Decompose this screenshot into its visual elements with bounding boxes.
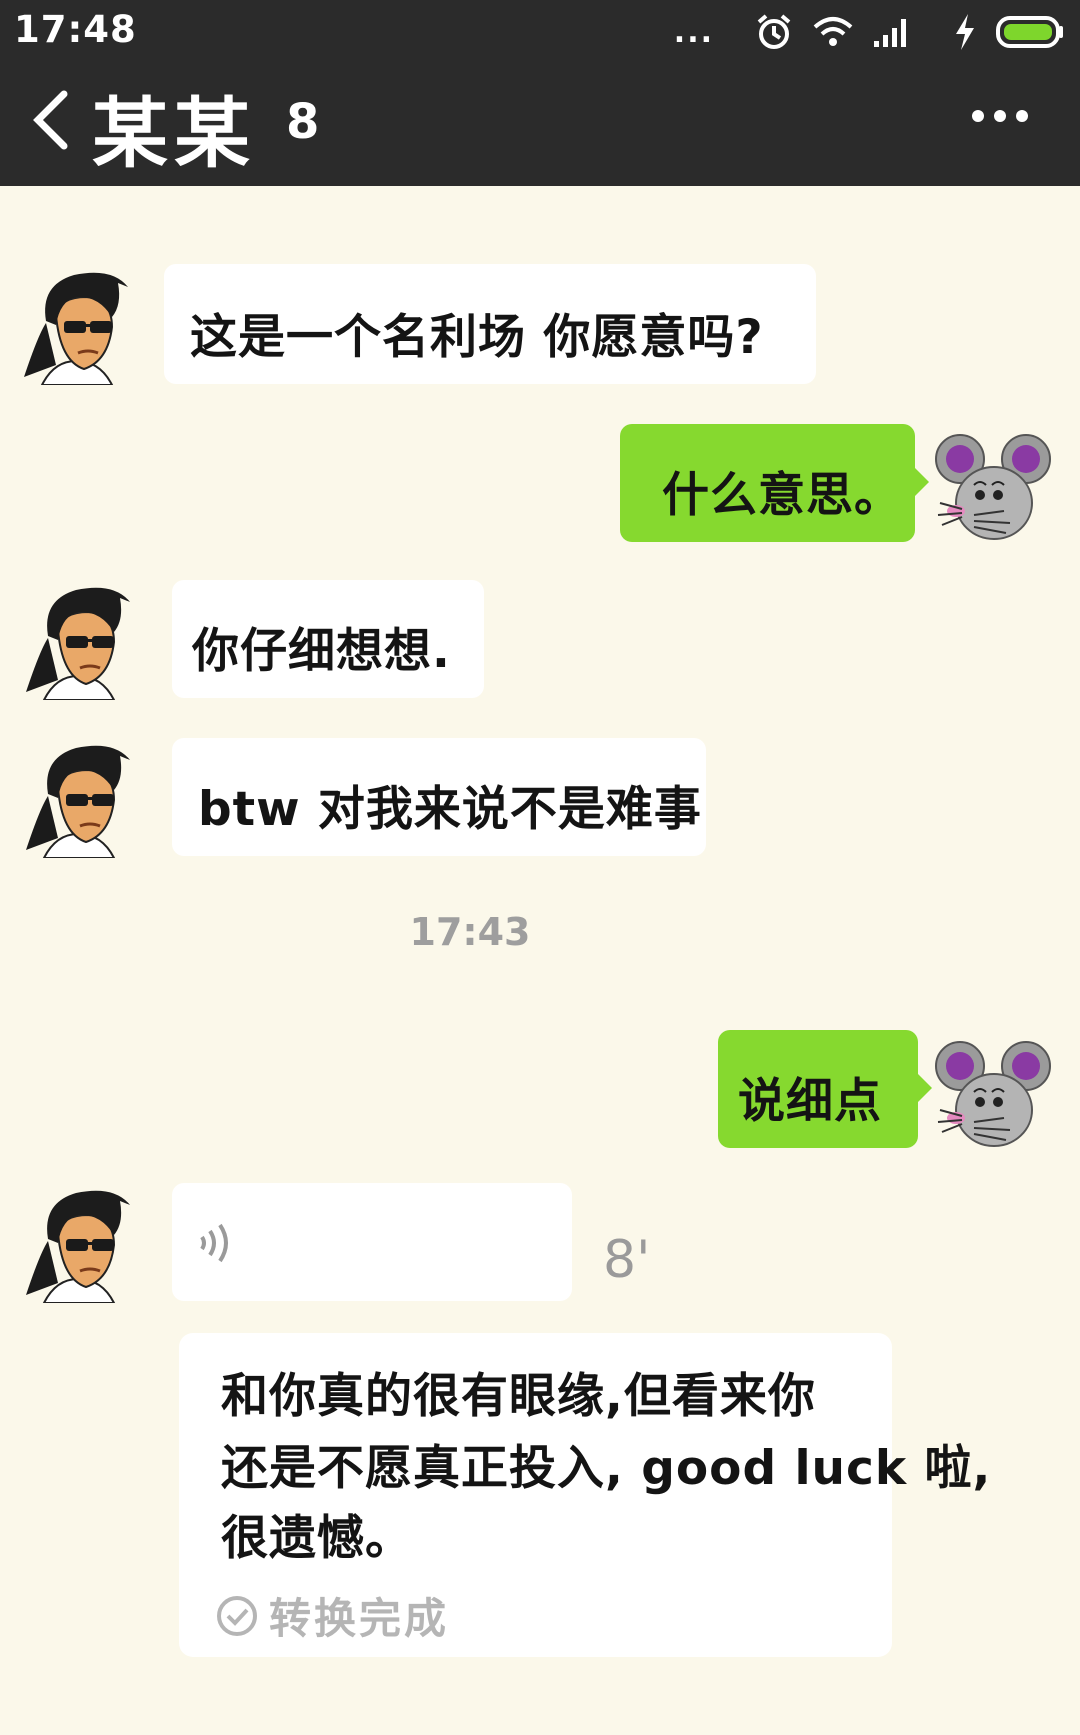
bubble-tail (915, 468, 929, 496)
contact-avatar[interactable] (16, 265, 136, 385)
charging-icon (956, 14, 974, 50)
message-text: 说细点 (738, 1074, 882, 1129)
more-dots-icon[interactable] (970, 104, 1030, 128)
alarm-icon (757, 14, 791, 49)
wifi-icon (813, 17, 853, 46)
bubble-tail (918, 1074, 932, 1102)
message-bubble-outgoing[interactable]: 说细点 (718, 1030, 932, 1148)
message-text: btw 对我来说不是难事 (198, 782, 702, 837)
chat-title-badge: 8 (286, 94, 320, 150)
check-circle-icon (217, 1595, 257, 1636)
my-avatar[interactable] (934, 1030, 1054, 1150)
my-avatar[interactable] (934, 423, 1054, 543)
message-bubble-incoming[interactable]: btw 对我来说不是难事 (172, 738, 706, 856)
voice-message-bubble[interactable] (172, 1183, 572, 1301)
transcript-status: 转换完成 (215, 1585, 449, 1646)
message-bubble-outgoing[interactable]: 什么意思。 (620, 424, 929, 542)
status-overflow-dots: ... (673, 14, 714, 50)
contact-avatar[interactable] (18, 580, 138, 700)
transcript-status-text: 转换完成 (269, 1594, 450, 1643)
chat-title: 某某 (92, 89, 256, 178)
voice-wave-icon (200, 1223, 228, 1263)
contact-avatar[interactable] (18, 738, 138, 858)
message-text: 什么意思。 (662, 468, 902, 523)
message-bubble-incoming[interactable]: 你仔细想想. (172, 580, 484, 698)
message-bubble-incoming[interactable]: 这是一个名利场 你愿意吗? (164, 264, 816, 384)
status-time: 17:48 (14, 8, 137, 51)
voice-duration: 8' (603, 1230, 651, 1290)
back-chevron-icon[interactable] (30, 88, 74, 152)
contact-avatar[interactable] (18, 1183, 138, 1303)
voice-transcript-box[interactable]: 和你真的很有眼缘,但看来你 还是不愿真正投入, good luck 啦, 很遗憾… (179, 1333, 990, 1657)
message-timestamp: 17:43 (409, 910, 531, 954)
header-bar: 17:48 ... 某某 8 (0, 0, 1080, 186)
transcript-line: 很遗憾。 (221, 1511, 413, 1566)
transcript-line: 和你真的很有眼缘,但看来你 (221, 1369, 816, 1424)
signal-icon (874, 19, 906, 47)
status-icons: ... (674, 6, 1064, 58)
message-text: 这是一个名利场 你愿意吗? (190, 310, 764, 365)
battery-icon (996, 16, 1063, 48)
message-text: 你仔细想想. (192, 624, 451, 679)
transcript-line: 还是不愿真正投入, good luck 啦, (221, 1441, 992, 1496)
